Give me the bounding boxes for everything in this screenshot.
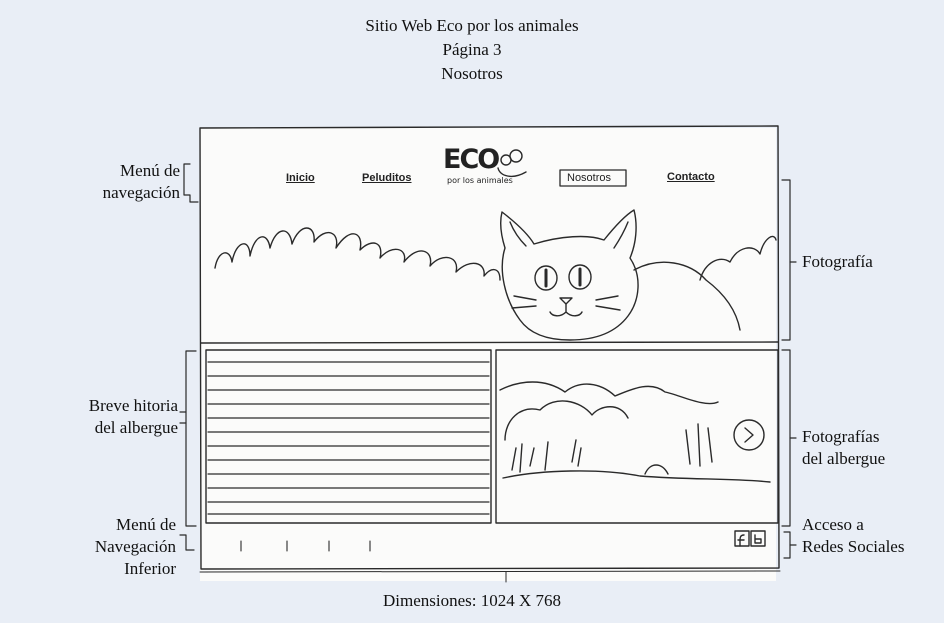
label-breve-historia: Breve hitoria del albergue [40, 395, 178, 439]
label-menu-inferior-line1: Menú de [116, 515, 176, 534]
label-redes-line1: Acceso a [802, 515, 864, 534]
sketch-logo: ECO [443, 144, 500, 175]
label-menu-inferior-line3: Inferior [124, 559, 176, 578]
sketch-nav-contacto: Contacto [667, 171, 715, 183]
dimensions-caption: Dimensiones: 1024 X 768 [382, 591, 562, 610]
label-fotografias-albergue: Fotografías del albergue [802, 426, 885, 470]
label-menu-line2: navegación [102, 183, 180, 202]
sketch-nav-inicio: Inicio [286, 172, 315, 184]
facebook-icon [734, 530, 750, 547]
label-redes-sociales: Acceso a Redes Sociales [802, 514, 904, 558]
label-menu-navegacion: Menú de navegación [60, 160, 180, 204]
sketch-nav-peluditos: Peluditos [362, 172, 412, 184]
sketch-nav-nosotros: Nosotros [567, 172, 612, 184]
label-menu-line1: Menú de [120, 161, 180, 180]
cat-illustration [500, 209, 741, 341]
hero-divider [200, 341, 779, 344]
label-redes-line2: Redes Sociales [802, 537, 905, 556]
label-menu-inferior-line2: Navegación [94, 537, 176, 556]
label-historia-line2: del albergue [94, 418, 178, 437]
label-fotos-line2: del albergue [802, 449, 886, 468]
sketch-logo-subtitle: por los animales [447, 176, 513, 185]
carousel-next-icon [733, 419, 765, 451]
label-fotografia: Fotografía [802, 252, 873, 271]
label-fotos-line1: Fotografías [802, 427, 880, 446]
label-menu-inferior: Menú de Navegación Inferior [50, 514, 176, 580]
text-lines [207, 361, 490, 515]
label-historia-line1: Breve hitoria [88, 396, 178, 415]
photo-panel-outline [495, 349, 779, 524]
